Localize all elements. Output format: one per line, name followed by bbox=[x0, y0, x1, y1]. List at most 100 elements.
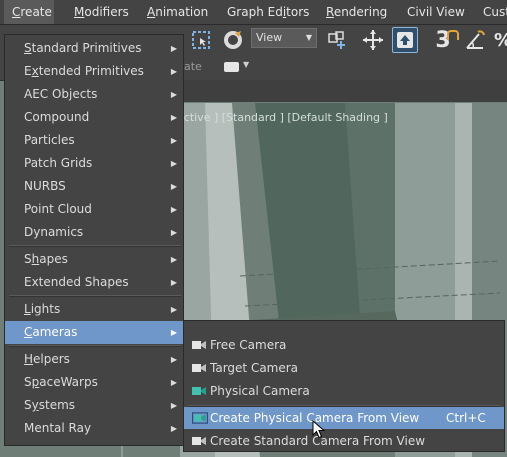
menu-animation[interactable]: Animation bbox=[147, 0, 208, 24]
submenu-arrow-icon: ▶ bbox=[170, 136, 177, 145]
angle-snap-icon[interactable] bbox=[462, 27, 488, 53]
menu-separator bbox=[9, 345, 181, 347]
snap-magnet-icon bbox=[447, 30, 459, 40]
selection-set-icon bbox=[224, 62, 239, 72]
menu-customize[interactable]: Cust bbox=[483, 0, 507, 24]
menu-modifiers[interactable]: Modifiers bbox=[74, 0, 129, 24]
submenu-arrow-icon: ▶ bbox=[170, 90, 177, 99]
menu-animation-mnemonic: A bbox=[147, 5, 156, 19]
submenu-arrow-icon: ▶ bbox=[170, 182, 177, 191]
menu-item-physical-camera[interactable]: Physical Camera bbox=[184, 380, 504, 402]
submenu-arrow-icon: ▶ bbox=[170, 278, 177, 287]
menu-item-aec-objects[interactable]: AEC Objects ▶ bbox=[5, 83, 183, 106]
menu-item-mnemonic: x bbox=[31, 64, 39, 78]
mouse-pointer-icon bbox=[312, 420, 326, 439]
menu-item-cameras[interactable]: Cameras ▶ bbox=[5, 321, 183, 344]
menu-item-mnemonic: y bbox=[31, 398, 39, 412]
menu-item-label-b: aceWarps bbox=[39, 375, 98, 389]
menu-item-mnemonic: L bbox=[24, 302, 31, 316]
menu-create[interactable]: Create bbox=[4, 0, 54, 24]
menu-item-mnemonic: H bbox=[24, 352, 34, 366]
free-camera-icon bbox=[192, 341, 206, 349]
menu-item-label: AEC Objects bbox=[24, 87, 98, 101]
percent-snap-glyph: % bbox=[494, 30, 507, 51]
menu-item-label: ameras bbox=[32, 325, 78, 339]
submenu-arrow-icon: ▶ bbox=[170, 355, 177, 364]
viewport-label[interactable]: ective ] [Standard ] [Default Shading ] bbox=[177, 111, 388, 124]
menu-item-point-cloud[interactable]: Point Cloud ▶ bbox=[5, 198, 183, 221]
submenu-arrow-icon: ▶ bbox=[170, 424, 177, 433]
menu-item-label: NURBS bbox=[24, 179, 66, 193]
menu-item-label-a: E bbox=[24, 64, 32, 78]
menu-civil-view-label: Civil View bbox=[407, 5, 465, 19]
select-manipulate-icon[interactable] bbox=[360, 27, 386, 53]
menu-item-free-camera[interactable]: Free Camera bbox=[184, 334, 504, 356]
menu-item-dynamics[interactable]: Dynamics ▶ bbox=[5, 221, 183, 244]
menu-item-label: Free Camera bbox=[210, 338, 287, 352]
menu-item-standard-primitives[interactable]: Standard Primitives ▶ bbox=[5, 37, 183, 60]
submenu-arrow-icon: ▶ bbox=[170, 44, 177, 53]
menu-item-label-a: S bbox=[24, 252, 32, 266]
snaps-toggle-icon[interactable]: 3 bbox=[430, 27, 459, 53]
physical-camera-icon bbox=[192, 387, 206, 395]
menu-item-target-camera[interactable]: Target Camera bbox=[184, 357, 504, 379]
reference-coordinate-select[interactable]: View ▼ bbox=[251, 28, 317, 48]
target-camera-icon bbox=[192, 364, 206, 372]
submenu-arrow-icon: ▶ bbox=[170, 305, 177, 314]
menu-item-create-physical-camera-from-view[interactable]: Create Physical Camera From View Ctrl+C bbox=[184, 407, 504, 429]
menubar: Create Modifiers Animation Graph Editors… bbox=[0, 0, 507, 25]
menu-item-particles[interactable]: Particles ▶ bbox=[5, 129, 183, 152]
keyboard-shortcut-override-icon[interactable] bbox=[392, 27, 418, 53]
menu-item-extended-primitives[interactable]: Extended Primitives ▶ bbox=[5, 60, 183, 83]
menu-item-compound[interactable]: Compound ▶ bbox=[5, 106, 183, 129]
create-menu: Standard Primitives ▶ Extended Primitive… bbox=[4, 34, 184, 446]
menu-separator bbox=[9, 295, 181, 297]
menu-rendering-mnemonic: R bbox=[326, 5, 334, 19]
menu-item-mnemonic: S bbox=[24, 41, 32, 55]
menu-animation-label: nimation bbox=[155, 5, 209, 19]
menu-item-systems[interactable]: Systems ▶ bbox=[5, 394, 183, 417]
menu-item-label: Compound bbox=[24, 110, 90, 124]
menu-item-label: Extended Shapes bbox=[24, 275, 129, 289]
physical-camera-from-view-icon bbox=[192, 412, 208, 424]
secondary-toolbar-text: ate bbox=[184, 60, 202, 73]
menu-item-label: Physical Camera bbox=[210, 384, 310, 398]
menu-separator bbox=[9, 245, 181, 247]
menu-item-create-standard-camera-from-view[interactable]: Create Standard Camera From View bbox=[184, 430, 504, 452]
menu-item-nurbs[interactable]: NURBS ▶ bbox=[5, 175, 183, 198]
percent-snap-icon[interactable]: % bbox=[490, 27, 507, 53]
submenu-arrow-icon: ▶ bbox=[170, 113, 177, 122]
menu-item-extended-shapes[interactable]: Extended Shapes ▶ bbox=[5, 271, 183, 294]
submenu-arrow-icon: ▶ bbox=[170, 205, 177, 214]
chevron-down-icon: ▼ bbox=[305, 33, 312, 42]
menu-item-spacewarps[interactable]: SpaceWarps ▶ bbox=[5, 371, 183, 394]
menu-item-mental-ray[interactable]: Mental Ray ▶ bbox=[5, 417, 183, 440]
selection-set-dropdown[interactable]: ▼ bbox=[224, 60, 250, 74]
menu-item-helpers[interactable]: Helpers ▶ bbox=[5, 348, 183, 371]
menu-item-label: Target Camera bbox=[210, 361, 299, 375]
submenu-arrow-icon: ▶ bbox=[170, 378, 177, 387]
pivot-center-icon[interactable] bbox=[324, 27, 350, 53]
viewport-tab-bar bbox=[182, 80, 507, 102]
window-crossing-icon[interactable] bbox=[220, 27, 246, 53]
submenu-arrow-icon: ▶ bbox=[170, 328, 177, 337]
chevron-down-icon: ▼ bbox=[243, 60, 250, 69]
menu-customize-label: Cust bbox=[483, 5, 507, 19]
submenu-arrow-icon: ▶ bbox=[170, 228, 177, 237]
menu-item-lights[interactable]: Lights ▶ bbox=[5, 298, 183, 321]
menu-graph-editors-label-b: tors bbox=[286, 5, 310, 19]
menu-graph-editors[interactable]: Graph Editors bbox=[227, 0, 309, 24]
menu-rendering[interactable]: Rendering bbox=[326, 0, 387, 24]
select-region-icon[interactable] bbox=[188, 27, 214, 53]
menu-graph-editors-label-a: Graph Ed bbox=[227, 5, 283, 19]
menu-item-label: Point Cloud bbox=[24, 202, 92, 216]
menu-modifiers-mnemonic: M bbox=[74, 5, 85, 19]
submenu-arrow-icon: ▶ bbox=[170, 159, 177, 168]
menu-item-label: ights bbox=[30, 302, 61, 316]
reference-coordinate-value: View bbox=[256, 31, 283, 44]
menu-item-patch-grids[interactable]: Patch Grids ▶ bbox=[5, 152, 183, 175]
menu-item-shapes[interactable]: Shapes ▶ bbox=[5, 248, 183, 271]
submenu-arrow-icon: ▶ bbox=[170, 401, 177, 410]
menu-civil-view[interactable]: Civil View bbox=[407, 0, 465, 24]
standard-camera-from-view-icon bbox=[192, 437, 206, 445]
